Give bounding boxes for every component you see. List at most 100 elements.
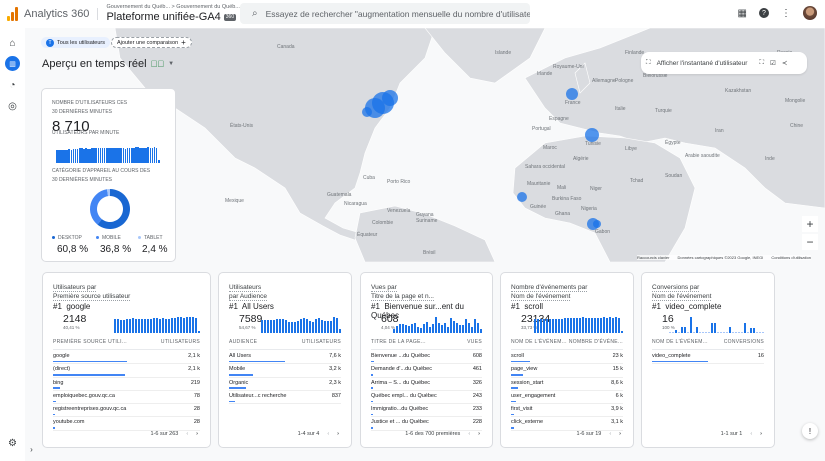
table-row[interactable]: (direct) 2,1 k [53, 364, 200, 378]
user-snapshot-icon[interactable]: ⛶ [646, 59, 651, 67]
more-vert-icon[interactable]: ⋮ [781, 8, 791, 19]
sparkline-bar [267, 319, 269, 333]
table-row[interactable]: Mobile 3,2 k [229, 364, 341, 378]
chevron-down-icon[interactable]: ▼ [168, 61, 174, 67]
sparkline-chart [669, 317, 764, 333]
sparkline-bar [333, 317, 335, 333]
table-row[interactable]: youtube.com 28 [53, 417, 200, 431]
next-page-button[interactable]: › [196, 431, 198, 437]
dimension-selector[interactable]: Première source utilisateur [53, 293, 131, 301]
row-value: 233 [472, 406, 482, 413]
table-row[interactable]: first_visit 3,9 k [511, 404, 623, 418]
desktop-value: 60,8 % [57, 244, 89, 255]
search-input[interactable]: ⌕ Essayez de rechercher "augmentation men… [240, 3, 530, 24]
table-row[interactable]: registreentreprises.gouv.qc.ca 28 [53, 404, 200, 418]
metric-selector[interactable]: Nombre d'événements par [511, 284, 588, 292]
table-row[interactable]: session_start 8,6 k [511, 378, 623, 391]
share-icon[interactable]: ≺ [782, 59, 787, 67]
avatar[interactable] [803, 6, 817, 20]
advertising-icon[interactable]: ◎ [5, 99, 20, 114]
sparkline-bar [153, 318, 155, 333]
sparkline-bar [300, 318, 302, 333]
table-row[interactable]: Québec empl... du Québec 243 [371, 391, 482, 405]
property-selector[interactable]: Gouvernement du Québ... > Gouvernement d… [106, 4, 245, 24]
next-page-button[interactable]: › [337, 431, 339, 437]
table-row[interactable]: Bienvenue ...du Québec 608 [371, 351, 482, 365]
africa-landmass [512, 135, 696, 262]
top-percent: 40,41 % [63, 325, 80, 330]
fullscreen-icon[interactable]: ⛶ [759, 59, 764, 67]
prev-page-button[interactable]: ‹ [750, 431, 752, 437]
table-row[interactable]: page_view 15 k [511, 364, 623, 378]
location-marker [362, 107, 372, 117]
table-row[interactable]: google 2,1 k [53, 351, 200, 365]
terms-link[interactable]: Conditions d'utilisation [771, 255, 811, 260]
next-page-button[interactable]: › [760, 431, 762, 437]
top-item: #1 All Users [229, 302, 274, 311]
table-row[interactable]: user_engagement 6 k [511, 391, 623, 405]
rank: #1 [53, 302, 62, 311]
legend-tablet: TABLET [138, 235, 163, 241]
reports-icon[interactable]: ▥ [5, 56, 20, 71]
table-row[interactable]: Utilisateur...c recherche 837 [229, 391, 341, 405]
table-row[interactable]: scroll 23 k [511, 351, 623, 365]
page-info: 1-6 des 700 premières [405, 431, 461, 437]
column-header: PREMIÈRE SOURCE UTILI... [53, 339, 127, 345]
next-page-button[interactable]: › [478, 431, 480, 437]
metric-selector[interactable]: Conversions par [652, 284, 700, 292]
row-label: Demande d'...du Québec [371, 366, 432, 373]
table-row[interactable]: bing 219 [53, 378, 200, 391]
dimension-selector[interactable]: par Audience [229, 293, 267, 301]
dimension-selector[interactable]: Nom de l'événement [652, 293, 712, 301]
metric-selector[interactable]: Utilisateurs par [53, 284, 97, 292]
prev-page-button[interactable]: ‹ [609, 431, 611, 437]
edit-icon[interactable]: ☑ [770, 59, 776, 67]
prev-page-button[interactable]: ‹ [327, 431, 329, 437]
sparkline-bar [612, 318, 614, 333]
next-page-button[interactable]: › [619, 431, 621, 437]
zoom-out-button[interactable]: − [802, 234, 818, 250]
dimension-selector[interactable]: Titre de la page et n... [371, 293, 434, 301]
feedback-icon[interactable]: ! [802, 423, 818, 439]
map-label: Niger [590, 186, 602, 192]
metric-selector[interactable]: Vues par [371, 284, 397, 292]
dimension-selector[interactable]: Nom de l'événement [511, 293, 571, 301]
zoom-in-button[interactable]: + [802, 216, 818, 232]
map-label: Mexique [225, 198, 244, 204]
prev-page-button[interactable]: ‹ [186, 431, 188, 437]
keyboard-shortcuts-link[interactable]: Raccourcis clavier [637, 255, 669, 260]
sparkline-bar [186, 317, 188, 333]
table-row[interactable]: Arrima – S... du Québec 326 [371, 378, 482, 391]
legend-mobile: MOBILE [96, 235, 121, 241]
metric-selector[interactable]: Utilisateurs [229, 284, 262, 292]
location-marker [382, 90, 398, 106]
segment-chip[interactable]: T Tous les utilisateurs [41, 37, 110, 48]
help-icon[interactable]: ? [759, 8, 769, 18]
table-row[interactable]: emploiquebec.gouv.qc.ca 78 [53, 391, 200, 405]
table-row[interactable]: Demande d'...du Québec 461 [371, 364, 482, 378]
user-snapshot-button[interactable]: Afficher l'instantané d'utilisateur [657, 60, 748, 67]
row-share-bar [371, 413, 373, 416]
page-info: 1-1 sur 1 [720, 431, 743, 437]
top-value: 2148 [63, 313, 87, 325]
table-row[interactable]: All Users 7,6 k [229, 351, 341, 365]
sparkline-bar [429, 327, 431, 333]
table-row[interactable]: Immigratio...du Québec 233 [371, 404, 482, 418]
map-label: Guatemala [327, 192, 352, 198]
table-row[interactable]: video_complete 16 [652, 351, 764, 365]
home-icon[interactable]: ⌂ [5, 36, 20, 51]
map-label: Pologne [615, 78, 634, 84]
explore-icon[interactable]: ◔ [5, 78, 20, 93]
check-circle-icon[interactable]: ✓⃝ [151, 59, 165, 69]
prev-page-button[interactable]: ‹ [468, 431, 470, 437]
table-row[interactable]: Organic 2,3 k [229, 378, 341, 391]
expand-sidebar-icon[interactable]: › [24, 442, 39, 457]
sparkline-bar [684, 327, 686, 333]
sparkline-bar [438, 323, 440, 333]
add-comparison-button[interactable]: Ajouter une comparaison + [111, 37, 192, 48]
gear-icon[interactable]: ⚙ [5, 436, 20, 451]
table-row[interactable]: Justice et ... du Québec 228 [371, 417, 482, 431]
table-row[interactable]: click_externe 3,1 k [511, 417, 623, 431]
location-marker [585, 128, 599, 142]
apps-grid-icon[interactable]: ▦ [738, 8, 747, 19]
